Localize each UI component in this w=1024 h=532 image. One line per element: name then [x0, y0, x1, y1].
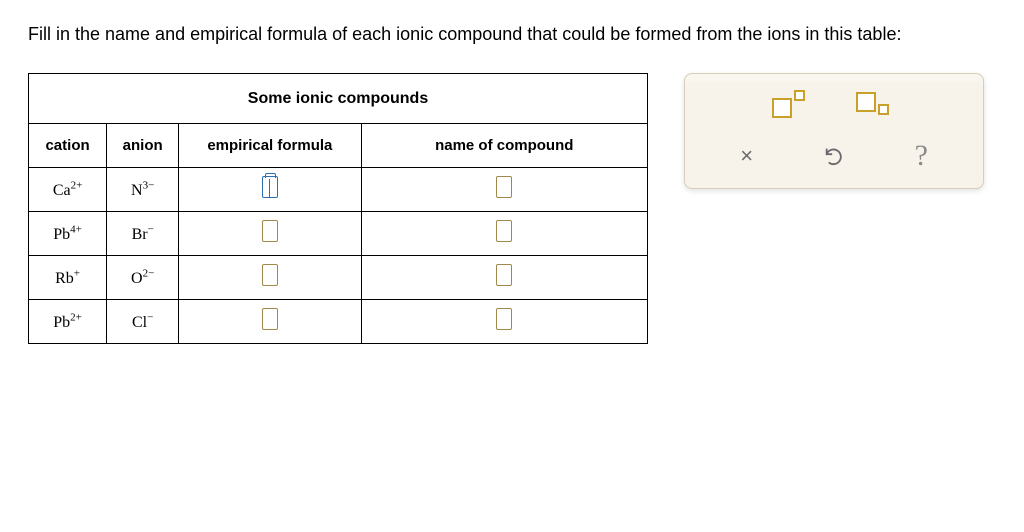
col-header-name: name of compound: [361, 124, 647, 168]
input-box-icon: [262, 220, 278, 242]
input-box-icon: [496, 220, 512, 242]
cell-name-input[interactable]: [361, 212, 647, 256]
tool-panel: × ?: [684, 73, 984, 189]
cell-formula-input[interactable]: [179, 300, 361, 344]
cell-formula-input[interactable]: [179, 168, 361, 212]
cell-cation: Ca2+: [29, 168, 107, 212]
input-box-icon: [496, 264, 512, 286]
close-icon: ×: [740, 143, 753, 169]
input-box-icon: [262, 176, 278, 198]
help-button[interactable]: ?: [895, 138, 947, 174]
cell-anion: Br−: [107, 212, 179, 256]
table-title: Some ionic compounds: [29, 74, 648, 124]
ionic-compounds-table: Some ionic compounds cation anion empiri…: [28, 73, 648, 344]
cell-name-input[interactable]: [361, 168, 647, 212]
input-box-icon: [496, 176, 512, 198]
cell-formula-input[interactable]: [179, 256, 361, 300]
cell-anion: Cl−: [107, 300, 179, 344]
input-box-icon: [262, 264, 278, 286]
subscript-button[interactable]: [856, 90, 896, 120]
cell-cation: Rb+: [29, 256, 107, 300]
table-row: Ca2+ N3−: [29, 168, 648, 212]
question-text: Fill in the name and empirical formula o…: [28, 24, 996, 45]
input-box-icon: [262, 308, 278, 330]
cell-anion: O2−: [107, 256, 179, 300]
help-icon: ?: [915, 139, 928, 173]
col-header-anion: anion: [107, 124, 179, 168]
undo-icon: [823, 145, 845, 167]
table-row: Pb2+ Cl−: [29, 300, 648, 344]
tool-panel-box: × ?: [684, 73, 984, 189]
cell-name-input[interactable]: [361, 300, 647, 344]
clear-button[interactable]: ×: [721, 138, 773, 174]
cell-formula-input[interactable]: [179, 212, 361, 256]
table-row: Rb+ O2−: [29, 256, 648, 300]
table-row: Pb4+ Br−: [29, 212, 648, 256]
col-header-formula: empirical formula: [179, 124, 361, 168]
input-box-icon: [496, 308, 512, 330]
undo-button[interactable]: [808, 138, 860, 174]
content-row: Some ionic compounds cation anion empiri…: [28, 73, 996, 344]
cell-name-input[interactable]: [361, 256, 647, 300]
superscript-button[interactable]: [772, 90, 812, 120]
cell-anion: N3−: [107, 168, 179, 212]
cell-cation: Pb4+: [29, 212, 107, 256]
col-header-cation: cation: [29, 124, 107, 168]
cell-cation: Pb2+: [29, 300, 107, 344]
